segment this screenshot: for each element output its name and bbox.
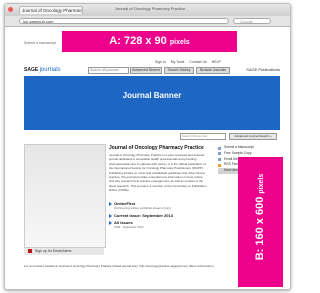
utility-nav: Sign in My Tools Contact Us HELP <box>155 60 225 64</box>
leaderboard-ad[interactable]: A: 728 x 90 pixels <box>62 31 237 52</box>
arrow-right-icon <box>109 202 112 206</box>
search-history-button[interactable]: Search History <box>164 67 194 74</box>
sage-journals-logo[interactable]: SAGE journals <box>24 66 61 74</box>
logo-word: journals <box>39 67 61 73</box>
publisher-name: SAGE Publications <box>246 67 280 72</box>
arrow-right-icon <box>109 221 112 225</box>
book-icon <box>218 152 221 156</box>
skyscraper-ad-unit: pixels <box>258 173 265 194</box>
journal-cover-image[interactable] <box>24 144 106 248</box>
mail-icon <box>218 158 221 162</box>
journal-search-input[interactable]: Search this journal <box>180 133 226 140</box>
journal-search-bar: Search this journal Advanced Journal Sea… <box>180 133 280 140</box>
global-search-input[interactable]: Search all journals <box>88 67 129 74</box>
issue-link-label: Current Issue: September 2013 <box>114 213 173 218</box>
sign-in-link[interactable]: Sign in <box>155 60 166 64</box>
logo-bar: SAGE journals Search all journals Advanc… <box>24 66 280 74</box>
skyscraper-ad-label: B: 160 x 600 <box>254 196 266 261</box>
email-alert-label: Sign up for Email Alerts <box>35 249 72 253</box>
advanced-journal-search-button[interactable]: Advanced Journal Search » <box>229 133 277 140</box>
journal-title: Journal of Oncology Pharmacy Practice <box>109 145 204 151</box>
logo-brand: SAGE <box>24 67 39 73</box>
browser-tab[interactable]: Journal of Oncology Pharmacy ... <box>19 6 83 14</box>
footer-text: For an eminent Academic Journal of Oncol… <box>24 264 214 268</box>
browse-journals-button[interactable]: Browse Journals <box>196 67 230 74</box>
leaderboard-ad-label: A: 728 x 90 <box>109 35 167 47</box>
help-link[interactable]: HELP <box>212 60 221 64</box>
journal-banner: Journal Banner <box>24 76 280 130</box>
arrow-right-icon <box>109 214 112 218</box>
sidebar-link-label: Free Sample Copy <box>224 150 252 155</box>
close-window-button[interactable] <box>8 7 13 12</box>
my-tools-link[interactable]: My Tools <box>171 60 185 64</box>
leaderboard-ad-unit: pixels <box>169 39 190 46</box>
contact-us-link[interactable]: Contact Us <box>189 60 206 64</box>
window-title: Journal of Oncology Pharmacy Practice <box>115 6 186 11</box>
submit-manuscript-link[interactable]: Submit a manuscript <box>24 41 56 45</box>
browser-toolbar: jop.sagepub.com Google <box>5 16 290 27</box>
sidebar-link-label: Submit a Manuscript <box>224 145 255 149</box>
browser-search-field[interactable]: Google <box>233 18 271 24</box>
issue-link-sub: 1995 - September 2013 <box>114 225 144 229</box>
email-alert-icon <box>28 249 32 253</box>
rss-icon <box>218 163 221 167</box>
advanced-search-button[interactable]: Advanced Search <box>130 67 162 74</box>
document-icon <box>218 146 221 150</box>
skyscraper-ad[interactable]: B: 160 x 600 pixels <box>238 157 283 287</box>
issue-link-sub: (forthcoming articles published ahead of… <box>114 206 171 210</box>
skyscraper-ad-text: B: 160 x 600 pixels <box>250 157 270 277</box>
sidebar-link-label: RSS Feed <box>224 162 240 167</box>
journal-description: Journal of Oncology Pharmacy Practice is… <box>109 153 207 193</box>
address-bar[interactable]: jop.sagepub.com <box>19 18 229 24</box>
email-alert-signup[interactable]: Sign up for Email Alerts <box>24 248 104 255</box>
